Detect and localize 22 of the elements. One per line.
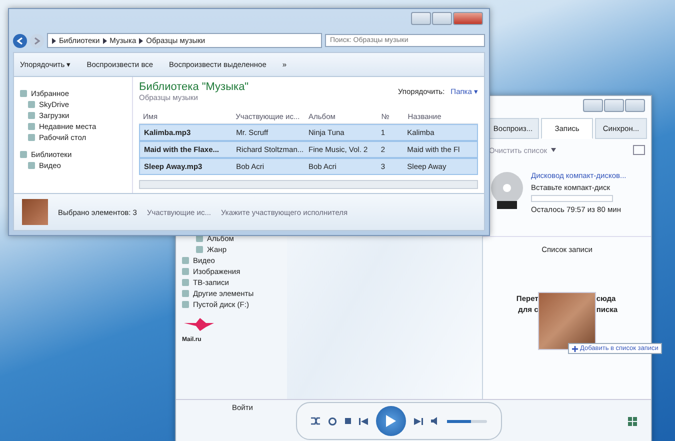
options-icon[interactable] [633,145,645,155]
play-icon [385,415,396,427]
horizontal-scrollbar[interactable] [139,180,478,189]
close-button[interactable] [453,12,483,25]
now-playing-icon[interactable] [628,416,637,426]
back-button[interactable] [13,34,27,48]
plus-icon [572,346,578,352]
dropdown-caret-icon[interactable] [551,148,556,152]
previous-icon[interactable] [358,418,368,424]
volume-slider[interactable] [446,420,486,422]
stop-icon[interactable] [344,418,350,424]
separator-icon [52,38,56,44]
disc-icon [489,171,525,211]
photo-placeholder [22,199,48,225]
repeat-icon[interactable] [328,416,336,426]
shuffle-icon[interactable] [310,417,320,425]
separator-icon [139,38,144,44]
separator-icon [102,38,107,44]
next-icon[interactable] [414,418,422,424]
play-button[interactable] [376,406,406,436]
library-title: Библиотека "Музыка" [139,81,249,93]
speaker-icon[interactable] [430,417,438,425]
